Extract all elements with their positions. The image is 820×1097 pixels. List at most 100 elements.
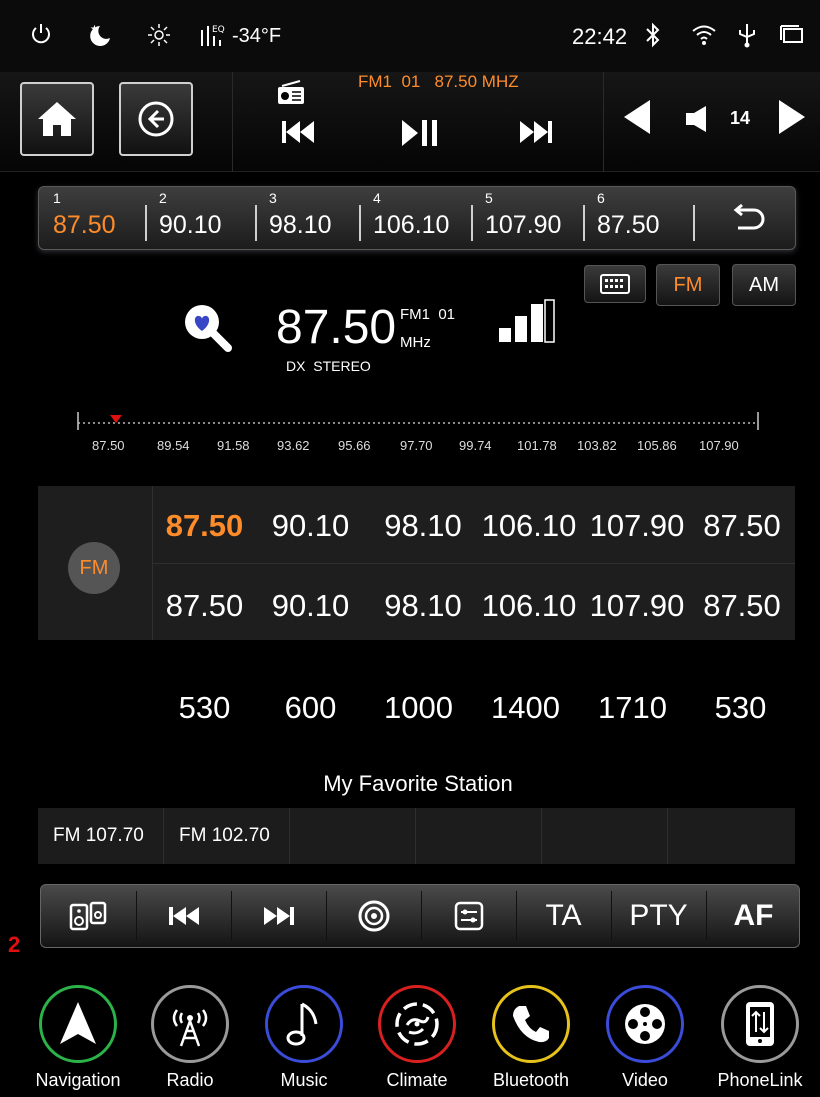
scale-tick-label: 93.62 <box>277 438 310 453</box>
favorite-station[interactable]: FM 102.70 <box>164 808 290 864</box>
back-button[interactable] <box>119 82 193 156</box>
brightness-icon[interactable] <box>146 22 172 55</box>
navigation-icon <box>39 985 117 1063</box>
dock-video[interactable]: Video <box>595 985 695 1091</box>
seek-forward-button[interactable] <box>231 885 326 947</box>
speakers-icon <box>69 901 106 931</box>
dock-label: Video <box>622 1070 668 1090</box>
preset-frequency: 107.90 <box>485 211 562 239</box>
dock-label: Climate <box>386 1070 448 1090</box>
favorite-slot-empty[interactable] <box>542 808 668 864</box>
clock: 22:42 <box>572 24 628 49</box>
return-icon <box>733 203 765 230</box>
am-station-cell[interactable]: 1400 <box>473 690 578 726</box>
fm-station-cell[interactable]: 107.90 <box>582 588 692 624</box>
music-note-icon <box>265 985 343 1063</box>
preset-number: 2 <box>159 190 167 206</box>
radio-antenna-icon <box>151 985 229 1063</box>
fm-station-cell[interactable]: 106.10 <box>474 508 584 544</box>
am-station-cell[interactable]: 600 <box>258 690 363 726</box>
page-marker: 2 <box>8 932 21 957</box>
scale-tick-label: 99.74 <box>459 438 492 453</box>
am-mode-button[interactable]: AM <box>732 264 796 306</box>
am-station-cell[interactable]: 530 <box>152 690 257 726</box>
scale-tick-label: 105.86 <box>637 438 677 453</box>
preset-4[interactable]: 4 106.10 <box>361 187 471 249</box>
frequency-display: 87.50 <box>276 301 397 354</box>
dock-climate[interactable]: Climate <box>367 985 467 1091</box>
fm-station-cell[interactable]: 98.10 <box>365 508 481 544</box>
preset-bar: 1 87.50 2 90.10 3 98.10 4 106.10 5 107.9… <box>38 186 796 250</box>
am-station-cell[interactable]: 1710 <box>580 690 685 726</box>
equalizer-icon[interactable]: EQ <box>198 22 228 55</box>
eq-label: EQ <box>212 25 225 35</box>
fm-station-cell[interactable]: 87.50 <box>692 508 792 544</box>
fm-station-cell[interactable]: 87.50 <box>692 588 792 624</box>
speaker-button[interactable] <box>41 885 136 947</box>
settings-button[interactable] <box>421 885 516 947</box>
home-button[interactable] <box>20 82 94 156</box>
fm-station-cell[interactable]: 106.10 <box>474 588 584 624</box>
dock-phonelink[interactable]: PhoneLink <box>710 985 810 1091</box>
preset-6[interactable]: 6 87.50 <box>585 187 691 249</box>
fm-station-cell[interactable]: 107.90 <box>582 508 692 544</box>
power-icon[interactable] <box>30 22 52 53</box>
favorite-slot-empty[interactable] <box>668 808 794 864</box>
preset-3[interactable]: 3 98.10 <box>257 187 359 249</box>
status-bar: ★ EQ -34°F 22:42 <box>0 0 820 72</box>
favorites-row: FM 107.70 FM 102.70 <box>38 808 795 864</box>
tuner-marker[interactable] <box>110 415 122 423</box>
fm-station-cell[interactable]: 87.50 <box>152 508 257 544</box>
night-mode-icon[interactable]: ★ <box>86 22 114 55</box>
film-reel-icon <box>606 985 684 1063</box>
preset-frequency: 87.50 <box>597 211 660 239</box>
fm-station-cell[interactable]: 90.10 <box>258 508 363 544</box>
dock-music[interactable]: Music <box>254 985 354 1091</box>
signal-strength-icon <box>497 298 557 349</box>
dock-bluetooth[interactable]: Bluetooth <box>481 985 581 1091</box>
fm-band-badge: FM <box>68 542 120 594</box>
volume-level: 14 <box>730 108 751 128</box>
search-icon[interactable] <box>180 300 234 359</box>
scale-tick-label: 87.50 <box>92 438 125 453</box>
am-station-cell[interactable]: 1000 <box>366 690 471 726</box>
fm-mode-button[interactable]: FM <box>656 264 720 306</box>
fm-station-grid: FM 87.50 90.10 98.10 106.10 107.90 87.50… <box>38 486 795 640</box>
window-icon[interactable] <box>779 22 805 53</box>
favorite-slot-empty[interactable] <box>416 808 542 864</box>
am-station-cell[interactable]: 530 <box>688 690 793 726</box>
preset-1[interactable]: 1 87.50 <box>41 187 145 249</box>
preset-2[interactable]: 2 90.10 <box>147 187 255 249</box>
dock-navigation[interactable]: Navigation <box>28 985 128 1091</box>
play-pause-button[interactable] <box>400 118 440 153</box>
next-track-button[interactable] <box>518 118 554 151</box>
fm-station-cell[interactable]: 98.10 <box>365 588 481 624</box>
favorite-station[interactable]: FM 107.70 <box>38 808 164 864</box>
scale-tick-label: 103.82 <box>577 438 617 453</box>
dock-label: PhoneLink <box>717 1070 803 1090</box>
scale-tick-label: 91.58 <box>217 438 250 453</box>
prev-track-button[interactable] <box>280 118 316 151</box>
pty-button[interactable]: PTY <box>611 885 706 947</box>
frequency-scale[interactable] <box>74 408 764 434</box>
climate-fan-icon <box>378 985 456 1063</box>
af-button[interactable]: AF <box>706 885 801 947</box>
wifi-icon <box>690 22 718 55</box>
scan-icon <box>358 900 389 932</box>
scale-tick-label: 95.66 <box>338 438 371 453</box>
dock-radio[interactable]: Radio <box>140 985 240 1091</box>
volume-down-button[interactable] <box>622 98 652 141</box>
volume-up-button[interactable] <box>777 98 807 141</box>
ta-button[interactable]: TA <box>516 885 611 947</box>
preset-5[interactable]: 5 107.90 <box>473 187 583 249</box>
preset-frequency: 106.10 <box>373 211 450 239</box>
favorite-slot-empty[interactable] <box>290 808 416 864</box>
keypad-button[interactable] <box>584 265 646 303</box>
usb-icon <box>736 22 758 55</box>
unit-label: MHz <box>400 334 431 351</box>
seek-back-button[interactable] <box>136 885 231 947</box>
fm-station-cell[interactable]: 87.50 <box>152 588 257 624</box>
return-button[interactable] <box>732 201 766 236</box>
fm-station-cell[interactable]: 90.10 <box>258 588 363 624</box>
scan-button[interactable] <box>326 885 421 947</box>
